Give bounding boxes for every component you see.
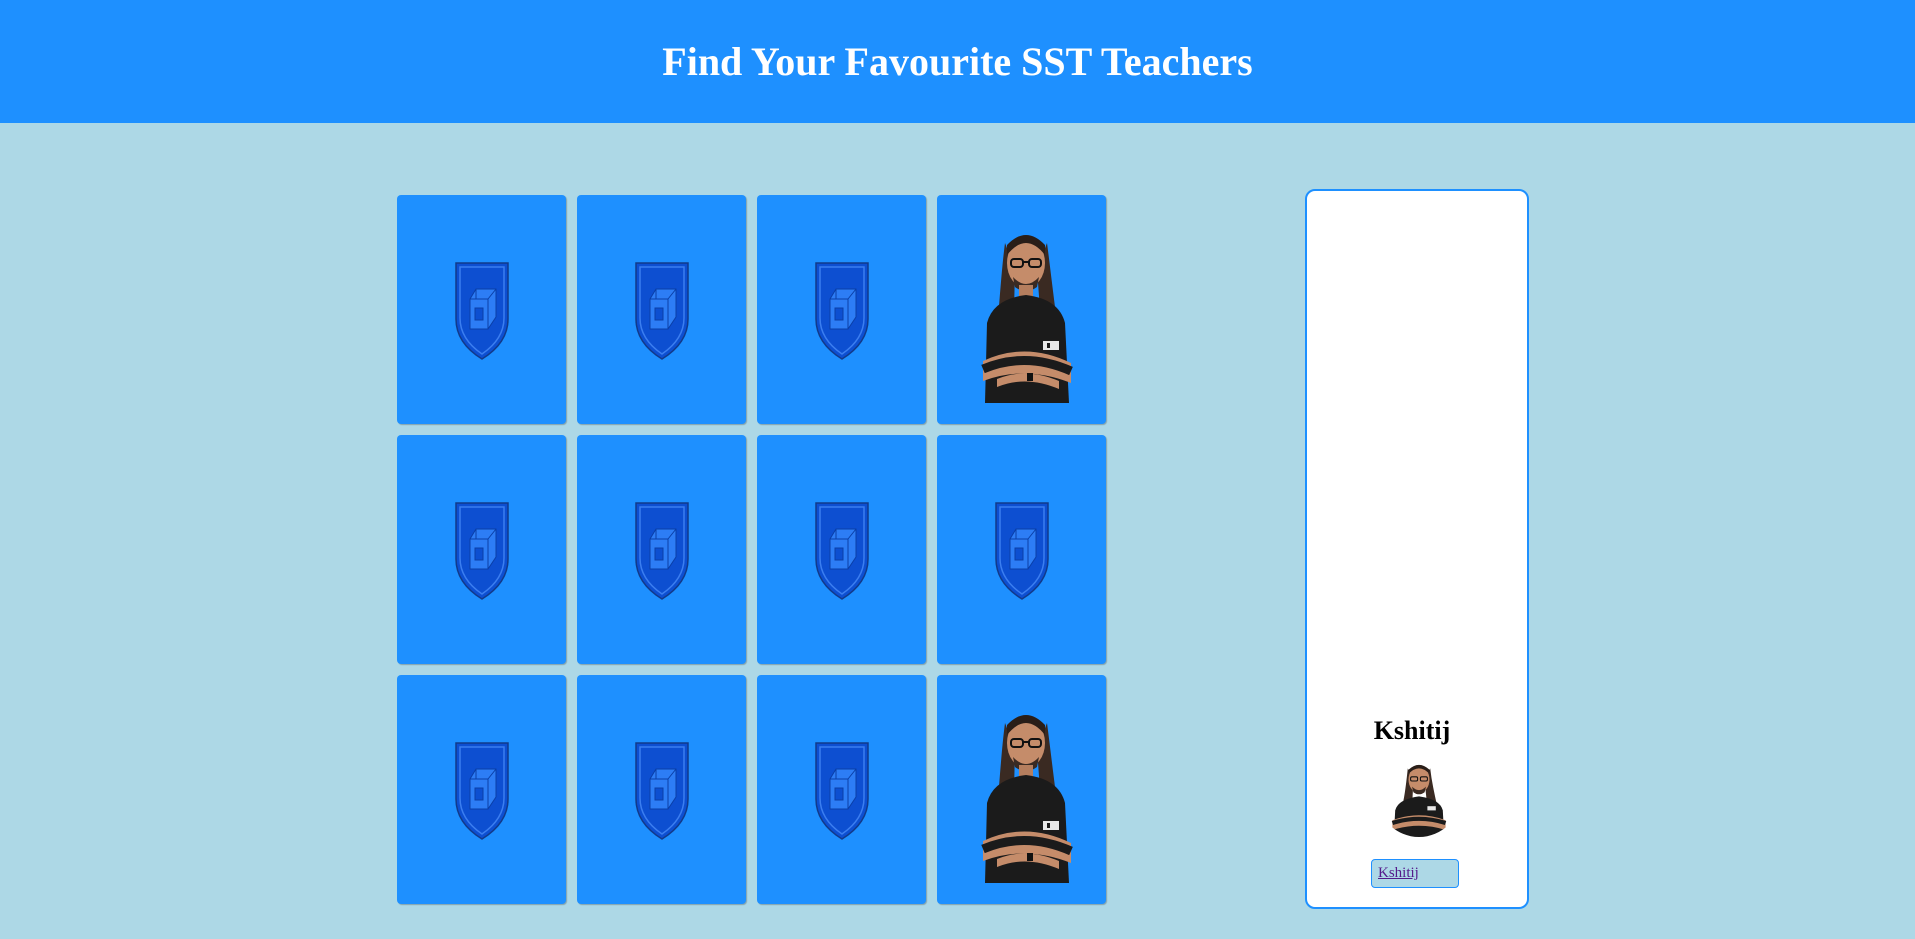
shield-icon — [814, 501, 869, 600]
shield-icon — [634, 261, 689, 360]
page-title: Find Your Favourite SST Teachers — [662, 39, 1253, 84]
memory-card[interactable] — [577, 435, 746, 664]
memory-card[interactable] — [937, 435, 1106, 664]
memory-card[interactable] — [757, 435, 926, 664]
teacher-photo-icon — [980, 234, 1073, 403]
shield-icon — [814, 261, 869, 360]
card-grid — [397, 195, 1107, 904]
memory-card[interactable] — [757, 675, 926, 904]
shield-icon — [634, 741, 689, 840]
shield-icon — [454, 501, 509, 600]
memory-card[interactable] — [397, 675, 566, 904]
shield-icon — [454, 741, 509, 840]
page-header: Find Your Favourite SST Teachers — [0, 0, 1915, 123]
memory-card[interactable] — [757, 195, 926, 424]
shield-icon — [814, 741, 869, 840]
teacher-photo-icon — [980, 714, 1073, 883]
teacher-link[interactable]: Kshitij — [1378, 865, 1419, 882]
memory-card[interactable] — [397, 435, 566, 664]
memory-card-revealed[interactable] — [937, 675, 1106, 904]
memory-card[interactable] — [397, 195, 566, 424]
memory-card[interactable] — [577, 195, 746, 424]
teacher-link-box: Kshitij — [1371, 859, 1459, 888]
teacher-name: Kshitij — [1373, 716, 1451, 745]
teacher-avatar — [1377, 753, 1461, 837]
teacher-photo-icon — [1377, 753, 1461, 837]
shield-icon — [994, 501, 1049, 600]
memory-card-revealed[interactable] — [937, 195, 1106, 424]
matched-teacher-panel: Kshitij Kshitij — [1305, 189, 1529, 909]
memory-card[interactable] — [577, 675, 746, 904]
shield-icon — [634, 501, 689, 600]
shield-icon — [454, 261, 509, 360]
